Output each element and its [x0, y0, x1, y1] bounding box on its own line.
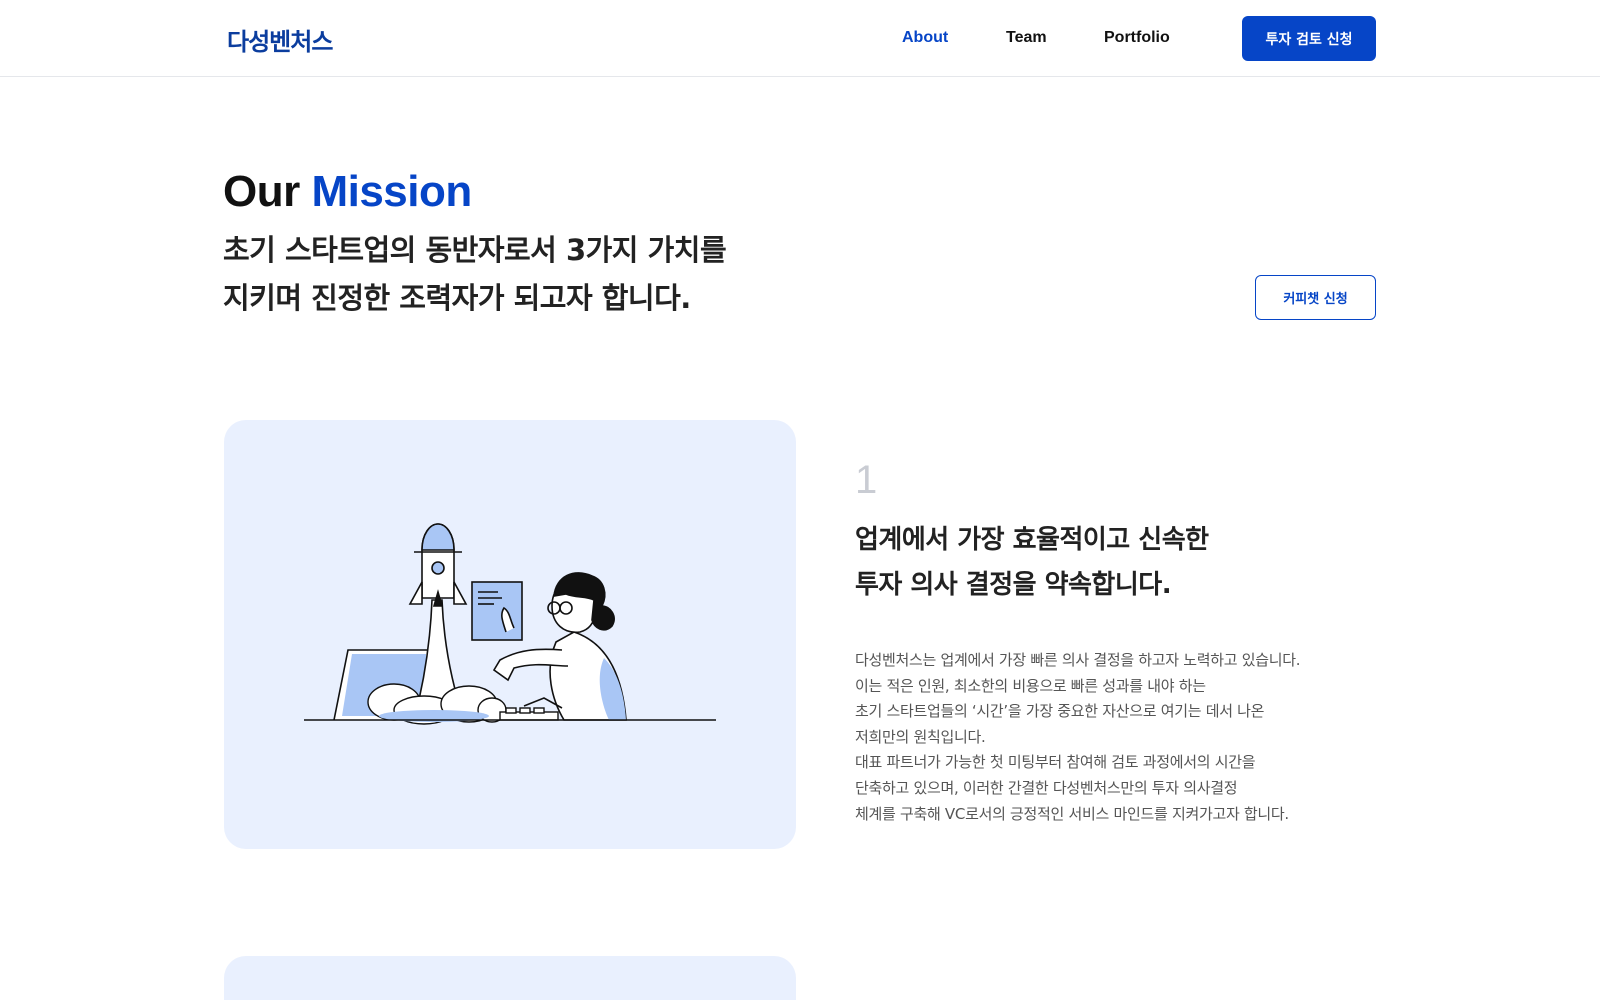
mission-subtitle-line: 지키며 진정한 조력자가 되고자 합니다.: [223, 281, 691, 315]
feature-description-line: 이는 적은 인원, 최소한의 비용으로 빠른 성과를 내야 하는: [855, 676, 1206, 695]
nav-about[interactable]: About: [902, 29, 948, 47]
rocket-icon: [408, 523, 468, 607]
coffee-chat-button[interactable]: 커피챗 신청: [1255, 275, 1376, 320]
feature-title-line: 투자 의사 결정을 약속합니다.: [855, 570, 1172, 600]
mission-title-accent: Mission: [311, 167, 472, 216]
investment-review-button[interactable]: 투자 검토 신청: [1242, 16, 1376, 61]
feature-description-line: 단축하고 있으며, 이러한 간결한 다성벤처스만의 투자 의사결정: [855, 778, 1238, 797]
feature-illustration-card-2: [224, 956, 796, 1000]
nav-team[interactable]: Team: [1006, 29, 1047, 47]
feature-description-line: 저희만의 원칙입니다.: [855, 727, 986, 746]
nav-portfolio[interactable]: Portfolio: [1104, 29, 1170, 47]
feature-description-line: 대표 파트너가 가능한 첫 미팅부터 참여해 검토 과정에서의 시간을: [855, 753, 1256, 772]
rocket-launch-illustration: [304, 523, 716, 725]
document-icon: [471, 581, 523, 641]
feature-description-line: 체계를 구축해 VC로서의 긍정적인 서비스 마인드를 지켜가고자 합니다.: [855, 804, 1289, 823]
mission-title-plain: Our: [223, 167, 312, 216]
feature-number: 1: [855, 458, 878, 502]
mission-title: Our Mission: [223, 166, 472, 218]
site-header: 다성벤처스 About Team Portfolio 투자 검토 신청: [0, 0, 1600, 77]
mission-subtitle: 초기 스타트업의 동반자로서 3가지 가치를 지키며 진정한 조력자가 되고자 …: [223, 226, 843, 322]
feature-title: 업계에서 가장 효율적이고 신속한 투자 의사 결정을 약속합니다.: [855, 518, 1355, 608]
keyboard-icon: [499, 707, 559, 721]
feature-description: 다성벤처스는 업계에서 가장 빠른 의사 결정을 하고자 노력하고 있습니다. …: [855, 648, 1335, 827]
logo[interactable]: 다성벤처스: [227, 22, 333, 57]
feature-title-line: 업계에서 가장 효율적이고 신속한: [855, 525, 1209, 555]
mission-subtitle-line: 초기 스타트업의 동반자로서 3가지 가치를: [223, 233, 727, 267]
feature-illustration-card: [224, 420, 796, 849]
feature-description-line: 초기 스타트업들의 ‘시간’을 가장 중요한 자산으로 여기는 데서 나온: [855, 702, 1265, 721]
feature-description-line: 다성벤처스는 업계에서 가장 빠른 의사 결정을 하고자 노력하고 있습니다.: [855, 651, 1301, 669]
